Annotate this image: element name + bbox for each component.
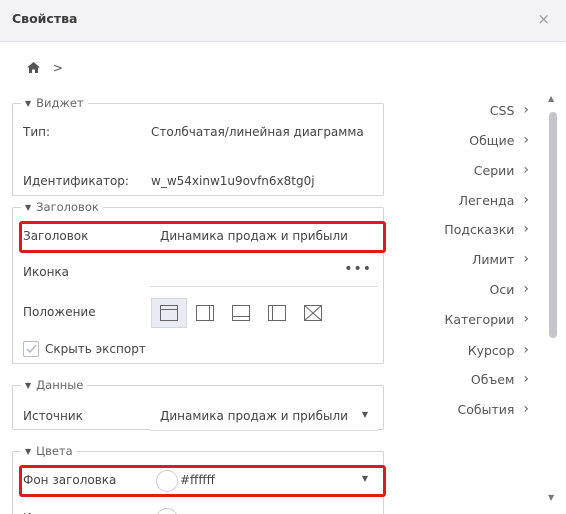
title-label: Заголовок bbox=[23, 229, 89, 243]
scrollbar-thumb[interactable] bbox=[549, 112, 557, 338]
nav-item-limit[interactable]: Лимит › bbox=[472, 249, 529, 269]
hide-export-label: Скрыть экспорт bbox=[45, 342, 146, 356]
nav-item-events[interactable]: События › bbox=[458, 399, 530, 419]
icon-row: Иконка ••• bbox=[13, 259, 383, 287]
next-color-row: И bbox=[13, 505, 383, 514]
more-icon[interactable]: ••• bbox=[344, 261, 372, 277]
nav-item-categories[interactable]: Категории › bbox=[444, 309, 529, 329]
home-icon[interactable] bbox=[27, 61, 40, 76]
close-icon[interactable]: × bbox=[537, 10, 550, 28]
position-bottom-button[interactable] bbox=[223, 298, 259, 328]
collapse-triangle-icon[interactable]: ▼ bbox=[25, 201, 31, 215]
source-select-value: Динамика продаж и прибыли bbox=[160, 409, 348, 423]
title-input[interactable]: Динамика продаж и прибыли bbox=[150, 223, 378, 251]
widget-legend[interactable]: ▼ Виджет bbox=[21, 96, 88, 111]
position-bottom-icon bbox=[232, 305, 250, 321]
widget-type-value: Столбчатая/линейная диаграмма bbox=[151, 125, 364, 139]
scroll-up-icon[interactable]: ▲ bbox=[548, 94, 554, 103]
title-legend[interactable]: ▼ Заголовок bbox=[21, 200, 103, 215]
title-section: ▼ Заголовок Заголовок Динамика продаж и п… bbox=[12, 200, 386, 364]
chevron-right-icon: › bbox=[523, 251, 529, 267]
nav-item-volume[interactable]: Объем › bbox=[471, 369, 529, 389]
chevron-right-icon: › bbox=[523, 192, 529, 208]
header-bg-row: Фон заголовка #ffffff ▼ bbox=[13, 467, 383, 495]
color-swatch[interactable] bbox=[156, 508, 178, 514]
data-section: ▼ Данные Источник Динамика продаж и прибы… bbox=[12, 378, 384, 431]
dialog-title: Свойства bbox=[12, 11, 78, 26]
position-left-icon bbox=[268, 305, 286, 321]
chevron-right-icon: › bbox=[523, 311, 529, 327]
position-right-icon bbox=[196, 305, 214, 321]
chevron-right-icon: › bbox=[523, 342, 529, 358]
collapse-triangle-icon[interactable]: ▼ bbox=[25, 379, 31, 393]
chevron-down-icon[interactable]: ▼ bbox=[362, 410, 368, 419]
nav-item-cursor[interactable]: Курсор › bbox=[468, 340, 529, 360]
colors-legend[interactable]: ▼ Цвета bbox=[21, 444, 77, 459]
chevron-right-icon: › bbox=[523, 132, 529, 148]
hide-export-checkbox[interactable] bbox=[23, 341, 39, 357]
source-label: Источник bbox=[23, 409, 83, 423]
scrollbar[interactable]: ▲ ▼ bbox=[545, 94, 561, 514]
icon-label: Иконка bbox=[23, 265, 70, 279]
color-swatch[interactable] bbox=[156, 470, 178, 492]
chevron-right-icon: › bbox=[523, 102, 529, 118]
position-top-button[interactable] bbox=[151, 298, 187, 328]
position-buttons bbox=[151, 298, 331, 328]
nav-item-legend[interactable]: Легенда › bbox=[459, 190, 529, 210]
position-none-button[interactable] bbox=[295, 298, 331, 328]
nav-item-series[interactable]: Серии › bbox=[474, 160, 529, 180]
chevron-right-icon: › bbox=[523, 281, 529, 297]
chevron-right-icon: › bbox=[523, 162, 529, 178]
collapse-triangle-icon[interactable]: ▼ bbox=[25, 445, 31, 459]
header-bg-value: #ffffff bbox=[180, 473, 215, 487]
collapse-triangle-icon[interactable]: ▼ bbox=[25, 97, 31, 111]
chevron-right-icon: › bbox=[523, 221, 529, 237]
title-row: Заголовок Динамика продаж и прибыли bbox=[13, 223, 383, 251]
widget-id-value: w_w54xinw1u9ovfn6x8tg0j bbox=[151, 174, 315, 188]
chevron-right-icon: › bbox=[523, 401, 529, 417]
position-row: Положение bbox=[13, 298, 383, 328]
data-legend[interactable]: ▼ Данные bbox=[21, 378, 87, 393]
position-top-icon bbox=[160, 305, 178, 321]
header-bg-label: Фон заголовка bbox=[23, 473, 117, 487]
position-label: Положение bbox=[23, 305, 96, 319]
nav-item-general[interactable]: Общие › bbox=[469, 130, 529, 150]
nav-item-tooltips[interactable]: Подсказки › bbox=[444, 219, 529, 239]
widget-type-row: Тип: Столбчатая/линейная диаграмма bbox=[13, 119, 383, 147]
title-input-value: Динамика продаж и прибыли bbox=[160, 229, 348, 243]
breadcrumb-separator: > bbox=[52, 61, 63, 75]
dialog-header: Свойства × bbox=[0, 0, 566, 42]
source-select[interactable]: Динамика продаж и прибыли ▼ bbox=[150, 403, 378, 431]
checkmark-icon bbox=[26, 344, 37, 354]
breadcrumb: > bbox=[27, 61, 63, 76]
widget-id-label: Идентификатор: bbox=[23, 174, 129, 188]
widget-section: ▼ Виджет Тип: Столбчатая/линейная диаграм… bbox=[12, 96, 384, 196]
widget-id-row: Идентификатор: w_w54xinw1u9ovfn6x8tg0j bbox=[13, 168, 383, 196]
position-right-button[interactable] bbox=[187, 298, 223, 328]
next-color-select[interactable] bbox=[150, 505, 378, 514]
chevron-right-icon: › bbox=[523, 371, 529, 387]
chevron-down-icon[interactable]: ▼ bbox=[362, 474, 368, 483]
header-bg-select[interactable]: #ffffff ▼ bbox=[150, 467, 378, 495]
properties-panel: ▼ Виджет Тип: Столбчатая/линейная диаграм… bbox=[0, 88, 400, 514]
position-left-button[interactable] bbox=[259, 298, 295, 328]
source-row: Источник Динамика продаж и прибыли ▼ bbox=[13, 403, 383, 431]
nav-item-css[interactable]: CSS › bbox=[490, 100, 529, 120]
position-none-icon bbox=[304, 305, 322, 321]
icon-input[interactable]: ••• bbox=[150, 259, 378, 287]
nav-item-axes[interactable]: Оси › bbox=[490, 279, 529, 299]
scroll-down-icon[interactable]: ▼ bbox=[548, 493, 554, 502]
widget-type-label: Тип: bbox=[23, 125, 51, 139]
colors-section: ▼Цвета Фон заголовка #ffffff ▼ И bbox=[12, 444, 386, 514]
